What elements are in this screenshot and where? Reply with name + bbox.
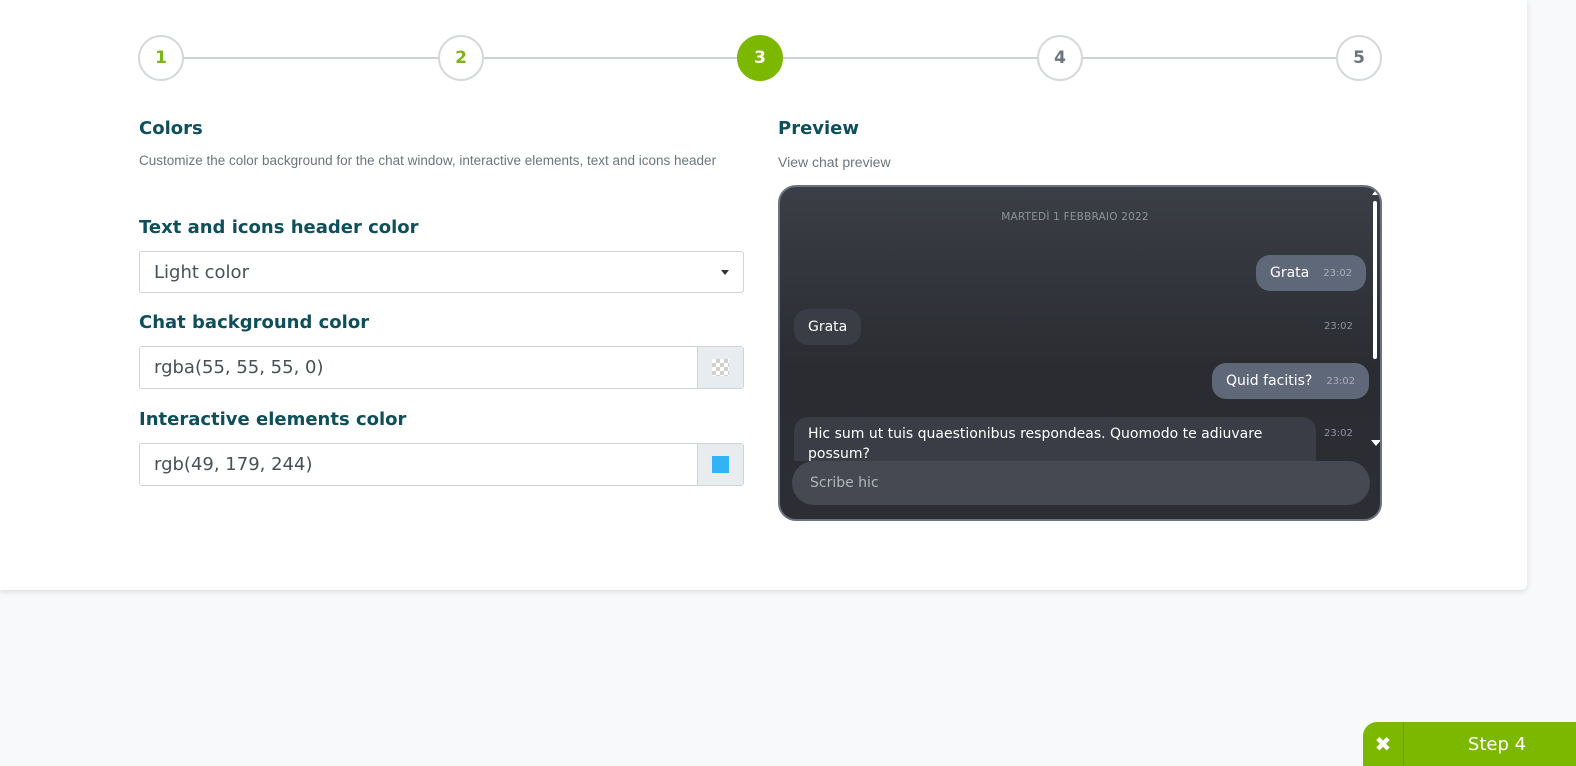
interactive-color-input[interactable]: rgb(49, 179, 244) [140, 444, 697, 485]
scroll-thumb[interactable] [1373, 201, 1377, 359]
message-text: Hic sum ut tuis quaestionibus respondeas… [808, 426, 1263, 461]
chat-message-outgoing: Grata 23:02 [1256, 255, 1367, 291]
message-text: Grata [808, 319, 848, 335]
interactive-color-picker[interactable] [697, 444, 743, 485]
colors-title: Colors [139, 118, 203, 139]
step-4[interactable]: 4 [1037, 35, 1083, 81]
chat-message-incoming: Hic sum ut tuis quaestionibus respondeas… [794, 417, 1316, 461]
next-step-button[interactable]: Step 4 [1404, 722, 1576, 766]
message-time: 23:02 [1324, 321, 1353, 332]
message-time: 23:02 [1323, 267, 1353, 279]
chat-message-incoming: Grata [794, 309, 862, 345]
chat-preview-window: MARTEDÌ 1 FEBBRAIO 2022 Grata 23:02 Grat… [778, 185, 1382, 521]
caret-down-icon [721, 270, 729, 275]
step-connector [184, 57, 438, 59]
preview-description: View chat preview [778, 154, 891, 170]
step-5[interactable]: 5 [1336, 35, 1382, 81]
chat-message-outgoing: Quid facitis? 23:02 [1212, 363, 1370, 399]
transparent-swatch-icon [712, 359, 729, 376]
chat-bg-color-picker[interactable] [697, 347, 743, 388]
scroll-up-icon[interactable] [1372, 191, 1378, 195]
chat-scrollbar[interactable] [1371, 191, 1380, 453]
colors-section: Colors Customize the color background fo… [139, 118, 744, 486]
chat-bg-label: Chat background color [139, 312, 370, 333]
preview-section: Preview View chat preview MARTEDÌ 1 FEBB… [778, 118, 1383, 521]
step-connector [783, 57, 1037, 59]
step-2[interactable]: 2 [438, 35, 484, 81]
stepper: 1 2 3 4 5 [0, 0, 1527, 116]
header-color-select[interactable]: Light color [139, 251, 744, 293]
scroll-down-icon[interactable] [1371, 440, 1380, 446]
header-color-selected: Light color [154, 261, 249, 283]
colors-description: Customize the color background for the c… [139, 153, 717, 168]
step-connector [1083, 57, 1336, 59]
chat-bg-input[interactable]: rgba(55, 55, 55, 0) [140, 347, 697, 388]
message-time: 23:02 [1326, 375, 1356, 387]
step-3[interactable]: 3 [737, 35, 783, 81]
chat-bg-input-group: rgba(55, 55, 55, 0) [139, 346, 744, 389]
preview-title: Preview [778, 118, 860, 139]
close-icon: ✖ [1374, 732, 1392, 756]
step-connector [484, 57, 737, 59]
interactive-color-input-group: rgb(49, 179, 244) [139, 443, 744, 486]
message-time: 23:02 [1324, 428, 1353, 439]
wizard-action-bar: ✖ Step 4 [1363, 722, 1576, 766]
header-color-label: Text and icons header color [139, 217, 419, 238]
interactive-color-label: Interactive elements color [139, 409, 407, 430]
wizard-card: 1 2 3 4 5 Colors Customize the color bac… [0, 0, 1527, 590]
close-button[interactable]: ✖ [1363, 722, 1404, 766]
chat-date-separator: MARTEDÌ 1 FEBBRAIO 2022 [1001, 211, 1149, 223]
message-text: Quid facitis? [1226, 373, 1313, 389]
message-text: Grata [1270, 265, 1310, 281]
step-1[interactable]: 1 [138, 35, 184, 81]
color-swatch-icon [712, 456, 729, 473]
chat-message-input[interactable]: Scribe hic [792, 461, 1370, 505]
